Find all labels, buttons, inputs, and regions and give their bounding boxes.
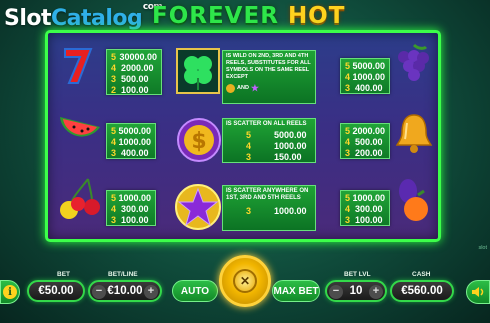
dollar-mini-icon xyxy=(226,84,235,93)
max-bet-button[interactable]: MAX BET xyxy=(272,280,320,302)
svg-text:$: $ xyxy=(191,129,206,154)
paytable-grapes: 5 5000.00 4 1000.00 3 400.00 xyxy=(340,58,390,94)
orange-plum-icon xyxy=(392,175,434,225)
betline-control: − €10.00 + xyxy=(88,280,162,302)
betlvl-plus-button[interactable]: + xyxy=(369,285,383,299)
paytable-cherry: 5 1000.00 4 300.00 3 100.00 xyxy=(106,190,156,226)
star-scatter-icon xyxy=(174,183,222,231)
clover-wild-icon xyxy=(176,48,220,94)
star-description: IS SCATTER ANYWHERE ON 1ST, 3RD AND 5TH … xyxy=(222,185,316,231)
info-icon: i xyxy=(3,285,17,299)
betlvl-value: 10 xyxy=(349,285,363,297)
paytable-watermelon: 5 5000.00 4 1000.00 3 400.00 xyxy=(106,123,156,159)
sound-button[interactable] xyxy=(466,280,490,304)
grapes-icon xyxy=(392,43,432,87)
star-mini-icon: ★ xyxy=(250,83,259,93)
seven-icon xyxy=(62,45,94,85)
bet-label: BET xyxy=(57,271,70,278)
spin-x-icon: ✕ xyxy=(233,269,257,293)
paytable-board: 5 30000.00 4 2000.00 3 500.00 2 100.00 IS WI… xyxy=(45,30,441,242)
dollar-description: IS SCATTER ON ALL REELS 5 5000.00 4 1000.0… xyxy=(222,118,316,163)
betlvl-minus-button[interactable]: − xyxy=(329,285,343,299)
auto-button[interactable]: AUTO xyxy=(172,280,218,302)
betline-label: BET/LINE xyxy=(108,271,138,278)
spin-button[interactable]: ✕ xyxy=(219,255,271,307)
cash-value-display: €560.00 xyxy=(390,280,454,302)
paytable-bell: 5 2000.00 4 500.00 3 200.00 xyxy=(340,123,390,159)
info-button[interactable]: i xyxy=(0,280,20,304)
betlvl-label: BET LVL xyxy=(344,271,371,278)
betlvl-control: − 10 + xyxy=(325,280,387,302)
betline-plus-button[interactable]: + xyxy=(144,285,158,299)
cherry-icon xyxy=(58,177,104,221)
paytable-seven: 5 30000.00 4 2000.00 3 500.00 2 100.00 xyxy=(106,49,162,95)
wild-description: IS WILD ON 2ND, 3RD AND 4TH REELS, SUBST… xyxy=(222,50,316,104)
game-title-logo: FOREVER HOT xyxy=(152,3,346,29)
cash-label: CASH xyxy=(412,271,431,278)
watermelon-icon xyxy=(58,113,102,147)
betline-minus-button[interactable]: − xyxy=(92,285,106,299)
speaker-icon xyxy=(472,287,484,297)
paytable-orange: 5 1000.00 4 300.00 3 100.00 xyxy=(340,190,390,226)
betline-value: €10.00 xyxy=(107,285,143,297)
dollar-scatter-icon: $ xyxy=(176,117,222,163)
provider-brand: slot xyxy=(478,245,487,251)
bet-value-display: €50.00 xyxy=(27,280,85,302)
bell-icon xyxy=(394,111,434,155)
slotcatalog-watermark: SlotCatalog com xyxy=(4,2,163,31)
